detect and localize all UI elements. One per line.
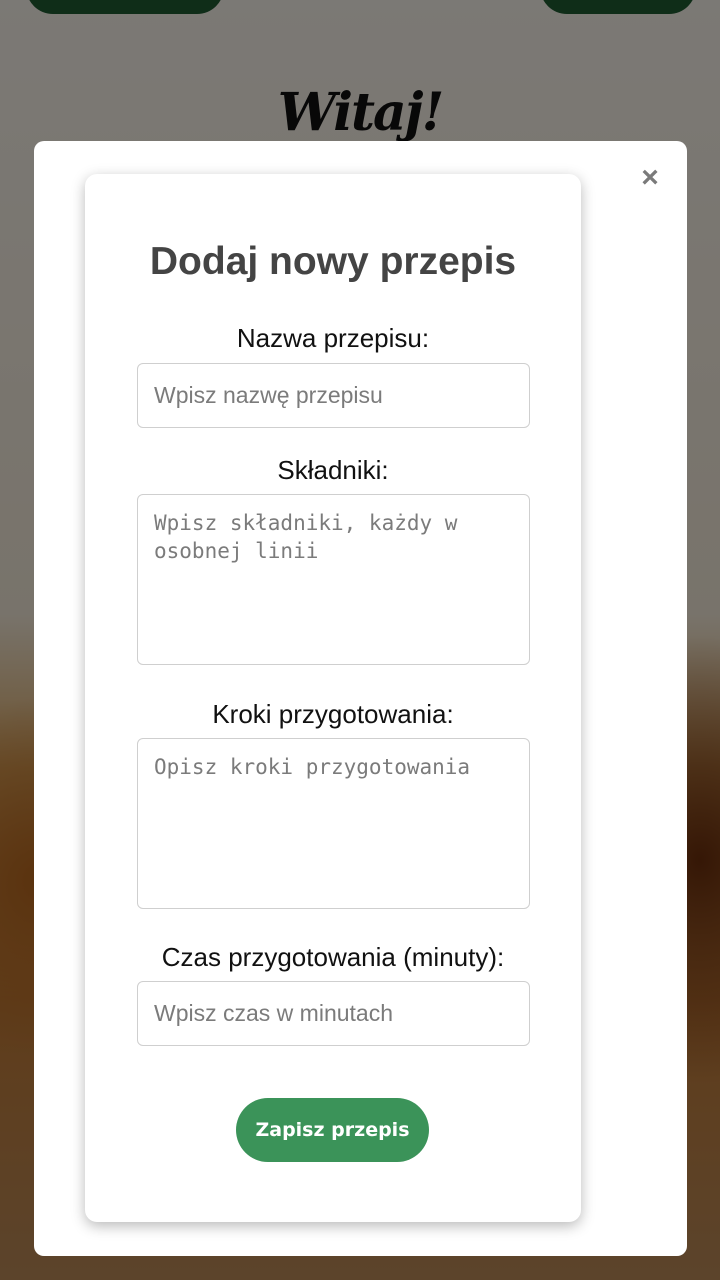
steps-label: Kroki przygotowania: xyxy=(212,699,454,729)
save-recipe-button[interactable]: Zapisz przepis xyxy=(236,1098,429,1162)
recipe-name-input[interactable] xyxy=(137,363,530,428)
steps-textarea[interactable] xyxy=(137,738,530,909)
ingredients-textarea[interactable] xyxy=(137,494,530,665)
ingredients-label: Składniki: xyxy=(277,455,389,485)
recipe-name-label: Nazwa przepisu: xyxy=(236,323,430,353)
form-title: Dodaj nowy przepis xyxy=(149,240,517,283)
page: Witaj! × Dodaj nowy przepis Nazwa przepi… xyxy=(0,0,720,1280)
close-icon[interactable]: × xyxy=(632,160,668,196)
prep-time-input[interactable] xyxy=(137,981,530,1046)
prep-time-label: Czas przygotowania (minuty): xyxy=(161,942,505,972)
